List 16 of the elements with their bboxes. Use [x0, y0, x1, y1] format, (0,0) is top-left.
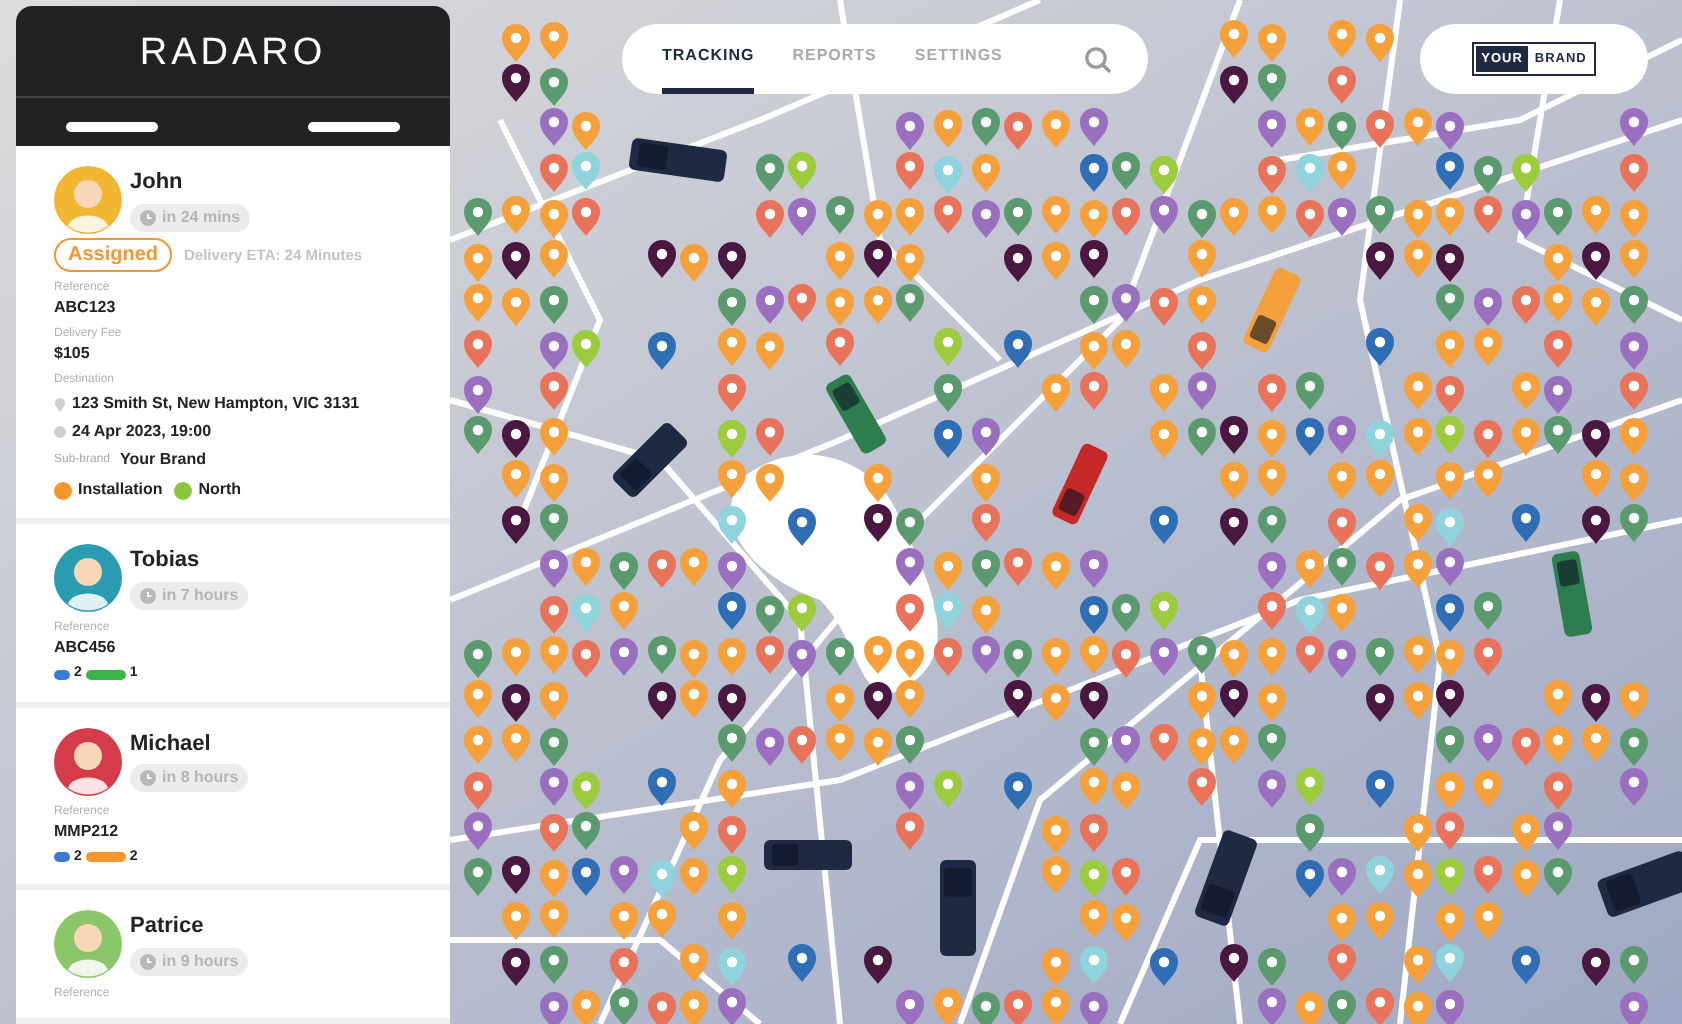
tag-label: North	[198, 478, 242, 502]
driver-name: Michael	[130, 729, 213, 759]
sub-brand-value: Your Brand	[120, 448, 206, 472]
field-value: MMP212	[54, 819, 121, 841]
destination-address: 123 Smith St, New Hampton, VIC 3131	[72, 392, 360, 416]
field-value: $105	[54, 342, 92, 364]
field-value: ABC123	[54, 296, 118, 318]
tag-label: Installation	[78, 478, 163, 502]
logo: RADARO	[139, 30, 327, 78]
status-badge: Assigned	[54, 238, 173, 272]
driver-name: John	[130, 168, 185, 198]
driver-name: Tobias	[130, 546, 202, 576]
field-value: ABC456	[54, 636, 118, 658]
driver-name: Patrice	[130, 912, 206, 942]
nav-tab[interactable]: TRACKING	[662, 24, 755, 94]
destination-time: 24 Apr 2023, 19:00	[72, 420, 212, 444]
